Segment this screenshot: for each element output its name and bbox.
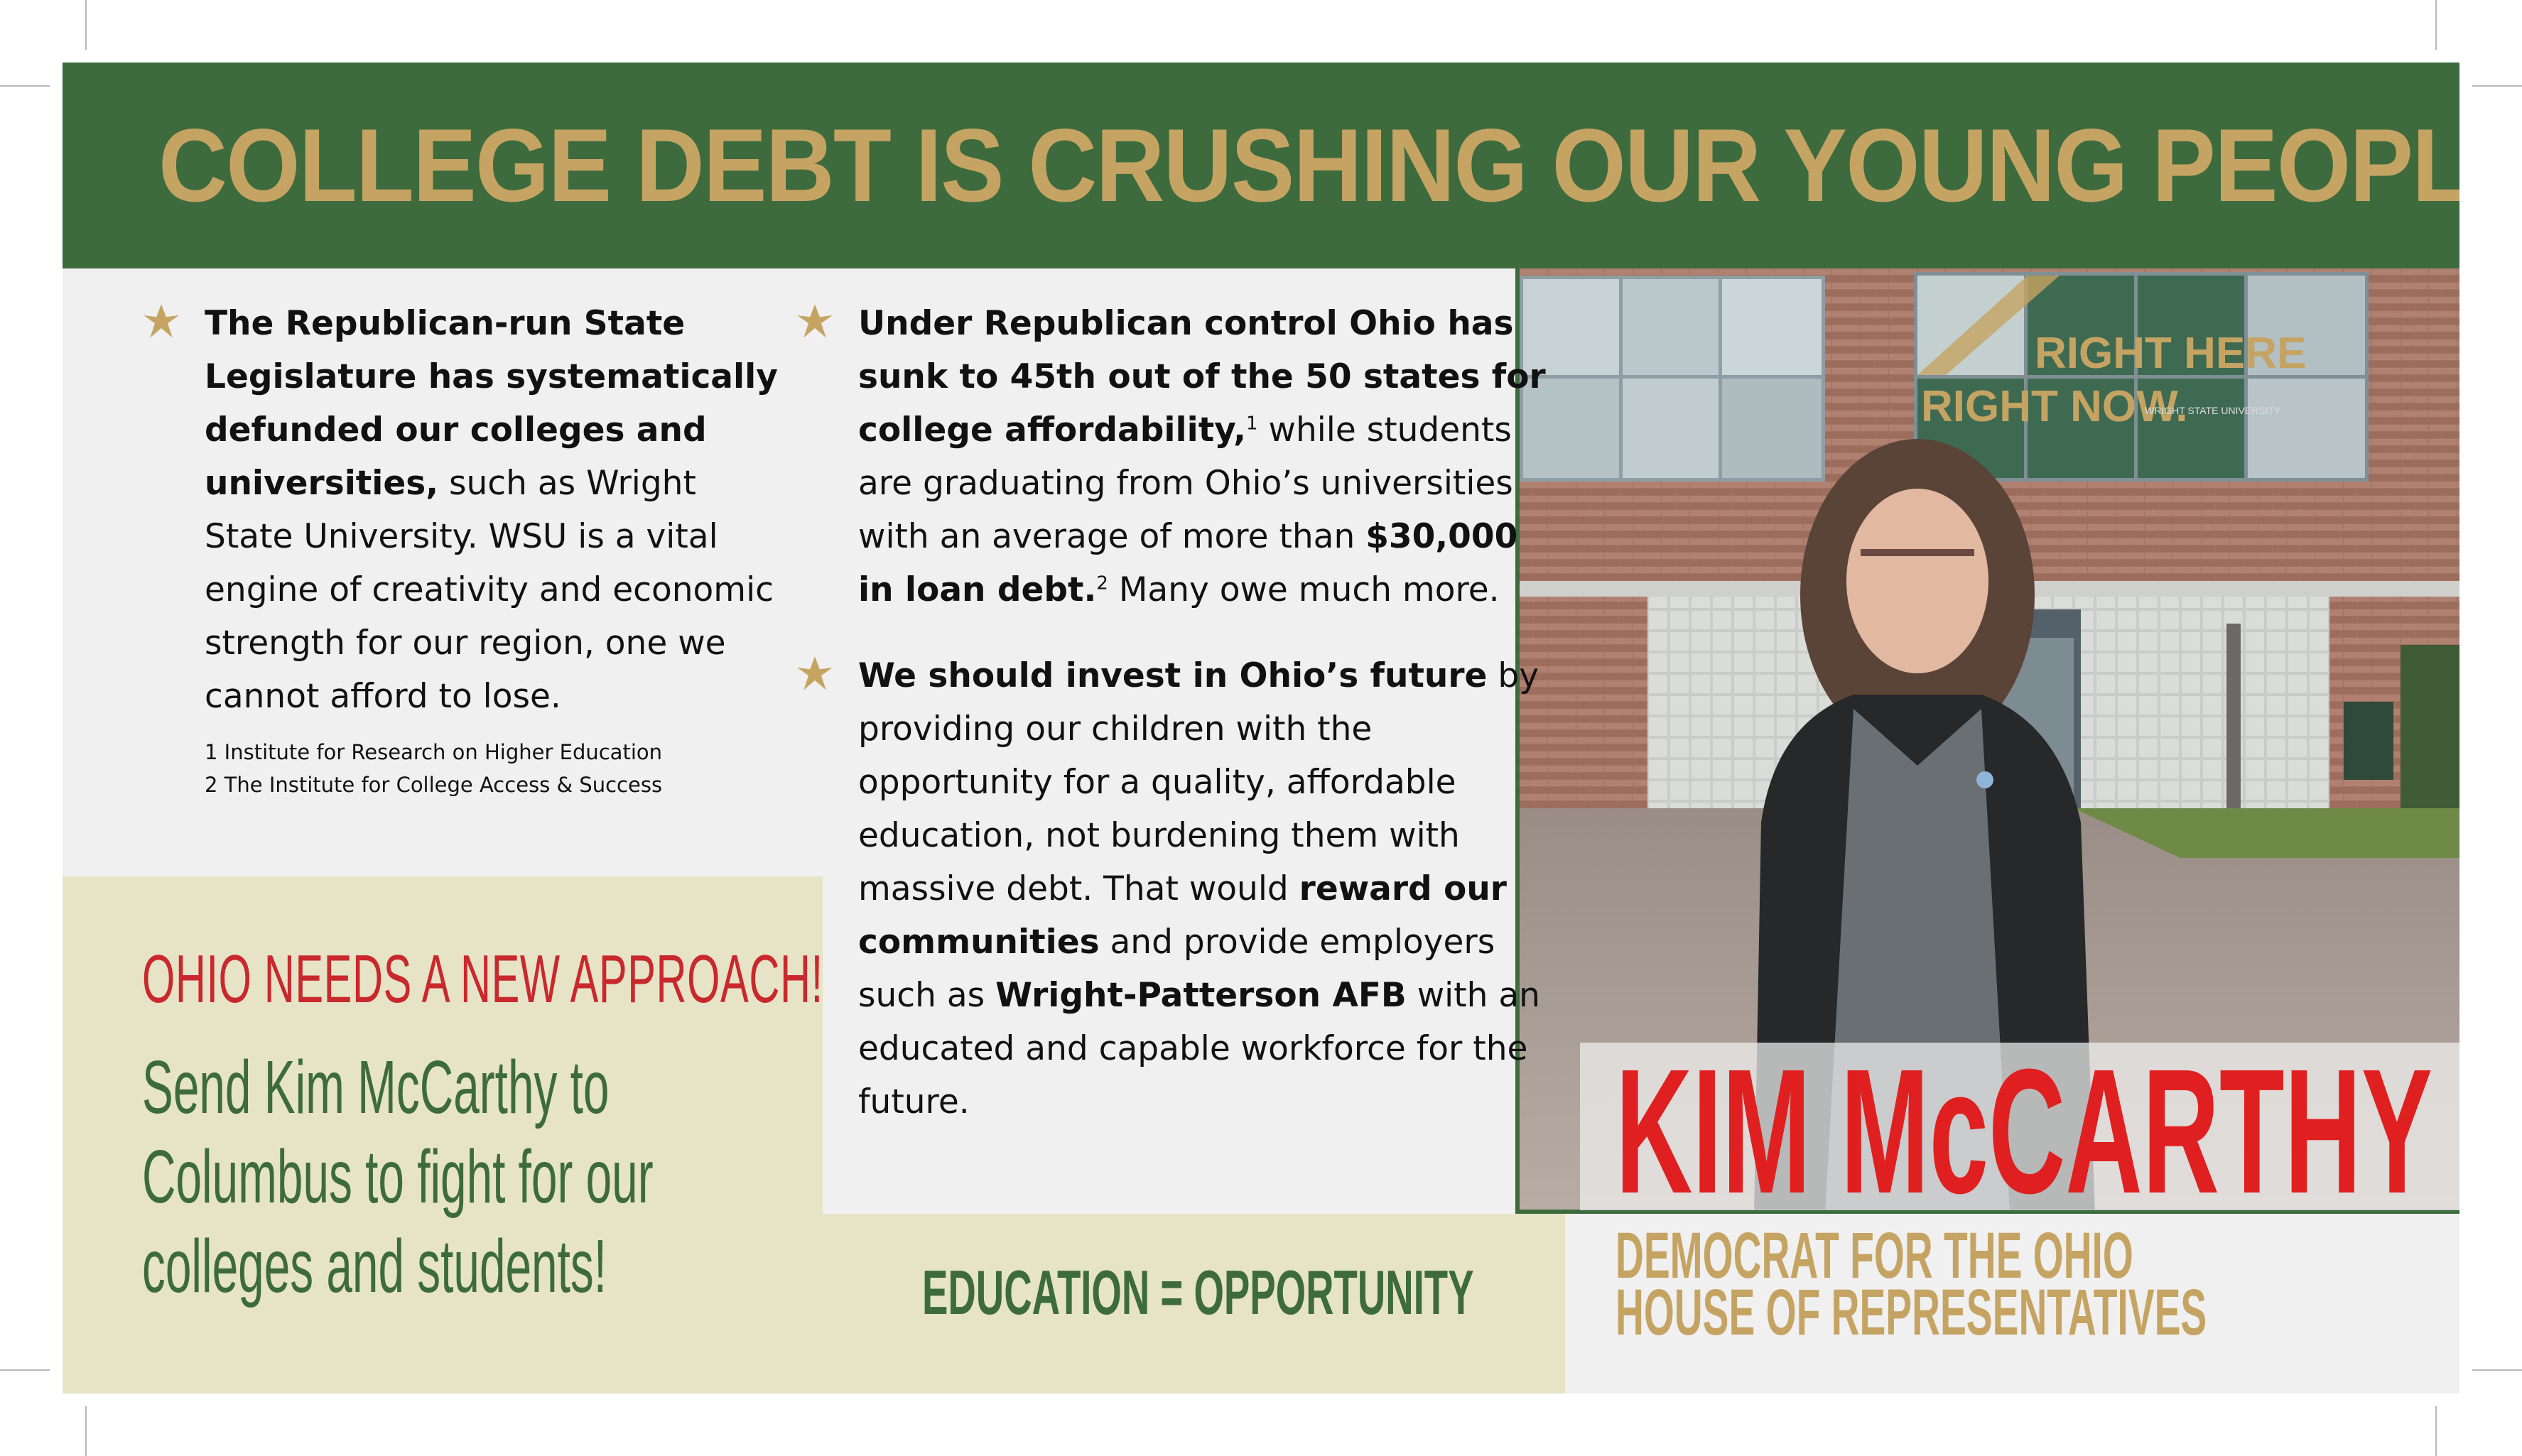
footnote-ref-2: 2 <box>1096 572 1108 594</box>
crop-mark <box>2435 1406 2437 1456</box>
crop-mark <box>0 85 50 87</box>
headline: COLLEGE DEBT IS CRUSHING OUR YOUNG PEOPL… <box>158 107 2459 223</box>
approach-body: Send Kim McCarthy to Columbus to fight f… <box>142 1045 654 1308</box>
star-icon <box>142 303 180 341</box>
crop-mark <box>2472 1369 2522 1371</box>
star-icon <box>796 655 834 693</box>
bullet-affordability: Under Republican control Ohio has sunk t… <box>796 297 1549 616</box>
crop-mark <box>2472 85 2522 87</box>
approach-title: OHIO NEEDS A NEW APPROACH! <box>142 941 823 1017</box>
tagline: EDUCATION = OPPORTUNITY <box>922 1257 1474 1327</box>
header-band: COLLEGE DEBT IS CRUSHING OUR YOUNG PEOPL… <box>63 63 2459 268</box>
office-line-2: HOUSE OF REPRESENTATIVES <box>1616 1276 2207 1349</box>
bullet2-text2: Many owe much more. <box>1108 570 1500 609</box>
footnote-ref-1: 1 <box>1246 413 1258 435</box>
mailer-card: COLLEGE DEBT IS CRUSHING OUR YOUNG PEOPL… <box>63 63 2459 1393</box>
star-icon <box>796 303 834 341</box>
crop-mark <box>0 1369 50 1371</box>
middle-column: Under Republican control Ohio has sunk t… <box>796 297 1549 1129</box>
crop-mark <box>85 0 87 50</box>
window-sign-line1: RIGHT HERE <box>2035 329 2306 378</box>
crop-mark <box>85 1406 87 1456</box>
source-2: 2 The Institute for College Access & Suc… <box>205 773 663 797</box>
left-column: The Republican-run State Legislature has… <box>142 297 781 801</box>
bullet3-bold1: We should invest in Ohio’s future <box>858 656 1488 695</box>
sources: 1 Institute for Research on Higher Educa… <box>142 736 781 801</box>
bullet-invest: We should invest in Ohio’s future by pro… <box>796 649 1549 1129</box>
crop-mark <box>2435 0 2437 50</box>
office-line-1: DEMOCRAT FOR THE OHIO <box>1616 1219 2133 1292</box>
bullet-defunded: The Republican-run State Legislature has… <box>142 297 781 723</box>
candidate-office: DEMOCRAT FOR THE OHIO HOUSE OF REPRESENT… <box>1616 1219 2207 1349</box>
bullet3-bold3: Wright-Patterson AFB <box>995 976 1407 1015</box>
source-1: 1 Institute for Research on Higher Educa… <box>205 740 663 764</box>
candidate-name: KIM McCARTHY <box>1616 1032 2432 1230</box>
window-sign-small: WRIGHT STATE UNIVERSITY <box>2145 405 2281 416</box>
